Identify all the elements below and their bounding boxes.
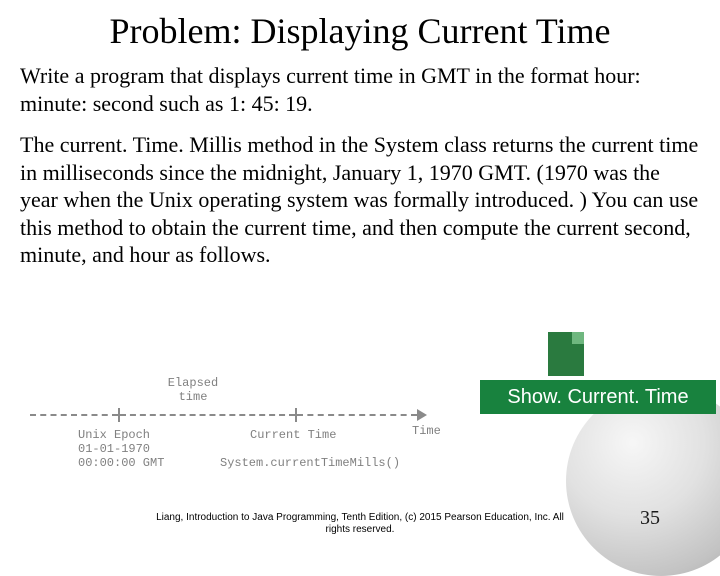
show-current-time-button[interactable]: Show. Current. Time	[480, 380, 716, 414]
globe-decoration	[566, 386, 720, 576]
slide-title: Problem: Displaying Current Time	[20, 10, 700, 52]
page-number: 35	[640, 507, 660, 530]
problem-statement: Write a program that displays current ti…	[20, 62, 700, 117]
method-call-label: System.currentTimeMills()	[220, 456, 400, 470]
unix-epoch-time: 00:00:00 GMT	[78, 456, 164, 470]
elapsed-time-label: Elapsedtime	[158, 376, 228, 405]
unix-epoch-date: 01-01-1970	[78, 442, 150, 456]
current-time-label: Current Time	[250, 428, 336, 442]
explanation-paragraph: The current. Time. Millis method in the …	[20, 131, 700, 269]
file-icon	[548, 332, 584, 376]
unix-epoch-label: Unix Epoch	[78, 428, 150, 442]
timeline-diagram: Elapsedtime Unix Epoch 01-01-1970 00:00:…	[20, 380, 450, 510]
footer-line-2: rights reserved.	[326, 524, 395, 535]
time-axis-label: Time	[412, 424, 441, 438]
timeline-axis	[30, 408, 440, 420]
footer-line-1: Liang, Introduction to Java Programming,…	[156, 512, 564, 523]
copyright-footer: Liang, Introduction to Java Programming,…	[0, 512, 720, 536]
